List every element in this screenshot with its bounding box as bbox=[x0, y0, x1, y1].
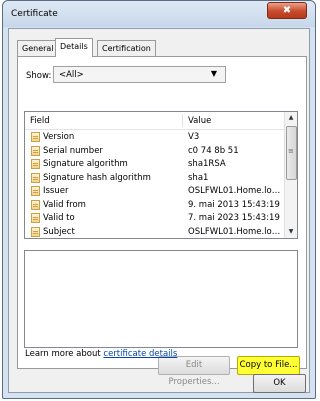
row-field: Valid from bbox=[43, 199, 86, 210]
learn-more-prefix: Learn more about bbox=[25, 349, 104, 359]
row-field: Signature hash algorithm bbox=[43, 172, 151, 183]
column-header-value[interactable]: Value bbox=[188, 116, 211, 126]
chevron-down-icon: ▼ bbox=[210, 69, 217, 78]
scrollbar-thumb[interactable]: ≡ bbox=[286, 126, 297, 180]
list-row[interactable]: Serial number c0 74 8b 51 bbox=[25, 145, 286, 159]
close-button[interactable]: ✖ bbox=[267, 2, 307, 19]
certificate-field-icon bbox=[31, 132, 40, 142]
certificate-field-icon bbox=[31, 186, 40, 196]
show-select[interactable]: <All> ▼ bbox=[53, 66, 226, 83]
details-panel: Show: <All> ▼ Field Value Version V3 Ser… bbox=[17, 56, 307, 387]
copy-to-file-button[interactable]: Copy to File... bbox=[237, 356, 300, 375]
certificate-field-icon bbox=[31, 213, 40, 223]
grip-icon: ≡ bbox=[288, 147, 294, 155]
list-row[interactable]: Issuer OSLFWL01.Home.local, OSLF... bbox=[25, 185, 286, 199]
certificate-field-icon bbox=[31, 226, 40, 237]
row-value: OSLFWL01.Home.local, OSLF... bbox=[188, 186, 284, 196]
row-value: sha1RSA bbox=[188, 159, 226, 169]
list-header: Field Value bbox=[25, 112, 286, 130]
column-header-field[interactable]: Field bbox=[30, 116, 50, 126]
row-value: 7. mai 2023 15:43:19 bbox=[188, 213, 280, 223]
tab-general[interactable]: General bbox=[17, 40, 59, 56]
certificate-dialog: Certificate ✖ General Details Certificat… bbox=[2, 0, 316, 399]
window-title: Certificate bbox=[11, 9, 58, 19]
close-icon: ✖ bbox=[282, 5, 292, 16]
learn-more-text: Learn more about certificate details bbox=[25, 349, 177, 359]
certificate-field-icon bbox=[31, 145, 40, 156]
row-field: Issuer bbox=[43, 186, 69, 196]
row-value: V3 bbox=[188, 132, 200, 142]
row-field: Serial number bbox=[43, 145, 103, 156]
certificate-details-link[interactable]: certificate details bbox=[103, 349, 177, 359]
row-value: c0 74 8b 51 bbox=[188, 145, 239, 156]
list-row[interactable]: Valid to 7. mai 2023 15:43:19 bbox=[25, 212, 286, 226]
show-select-value: <All> bbox=[59, 70, 84, 80]
row-field: Signature algorithm bbox=[43, 159, 128, 169]
tab-certification-path[interactable]: Certification Path bbox=[97, 40, 156, 68]
row-value: 9. mai 2013 15:43:19 bbox=[188, 199, 280, 210]
scroll-down-icon[interactable]: ▼ bbox=[285, 226, 297, 238]
row-field: Version bbox=[43, 132, 75, 142]
list-rows: Version V3 Serial number c0 74 8b 51 Sig… bbox=[25, 131, 286, 239]
certificate-field-icon bbox=[31, 159, 40, 169]
list-row[interactable]: Version V3 bbox=[25, 131, 286, 145]
row-field: Subject bbox=[43, 226, 75, 237]
list-row[interactable]: Signature algorithm sha1RSA bbox=[25, 158, 286, 172]
dialog-client-area: General Details Certification Path Show:… bbox=[8, 28, 310, 393]
show-label: Show: bbox=[26, 71, 52, 81]
scroll-up-icon[interactable]: ▲ bbox=[285, 112, 297, 124]
list-row[interactable]: Subject OSLFWL01.Home.local, OSLF... bbox=[25, 226, 286, 239]
column-divider[interactable] bbox=[182, 114, 183, 127]
row-value: sha1 bbox=[188, 172, 209, 183]
tab-details[interactable]: Details bbox=[55, 38, 93, 57]
row-field: Valid to bbox=[43, 213, 75, 223]
certificate-field-icon bbox=[31, 172, 40, 183]
vertical-scrollbar[interactable]: ▲ ≡ ▼ bbox=[284, 112, 297, 238]
field-detail-box[interactable] bbox=[24, 250, 298, 348]
list-row[interactable]: Valid from 9. mai 2013 15:43:19 bbox=[25, 199, 286, 213]
row-value: OSLFWL01.Home.local, OSLF... bbox=[188, 226, 284, 237]
title-bar: Certificate ✖ bbox=[3, 1, 315, 27]
field-list: Field Value Version V3 Serial number c0 … bbox=[24, 111, 298, 239]
certificate-field-icon bbox=[31, 199, 40, 210]
ok-button[interactable]: OK bbox=[253, 374, 306, 393]
list-row[interactable]: Signature hash algorithm sha1 bbox=[25, 172, 286, 186]
